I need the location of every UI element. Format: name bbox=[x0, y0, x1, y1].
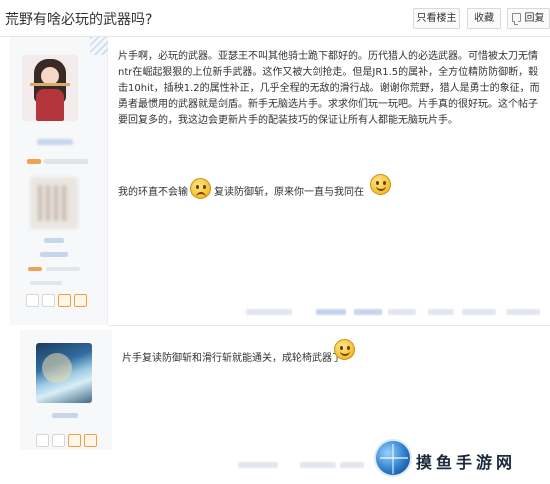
post-meta-blurred bbox=[340, 462, 364, 468]
post-paragraph: 片手啊，必玩的武器。亚瑟王不叫其他骑士跪下都好的。历代猎人的必选武器。可惜被太刀… bbox=[118, 51, 540, 126]
message-icon[interactable] bbox=[26, 294, 39, 307]
gift-icon[interactable] bbox=[58, 294, 71, 307]
post-content: 片手复读防御斩和滑行斩就能通关，成轮椅武器了 bbox=[122, 349, 342, 364]
post-meta-blurred bbox=[462, 309, 496, 315]
reply-button-label: 回复 bbox=[524, 13, 545, 24]
post-meta-blurred bbox=[300, 462, 336, 468]
post-meta-blurred bbox=[238, 462, 278, 468]
level-badge-blurred bbox=[28, 267, 42, 271]
post-meta-blurred bbox=[428, 309, 454, 315]
medal-icon[interactable] bbox=[84, 434, 97, 447]
smile-emoji-icon bbox=[334, 339, 355, 360]
author-stat-blurred bbox=[44, 238, 64, 243]
post-meta-blurred bbox=[388, 309, 416, 315]
author-stat-blurred bbox=[46, 267, 80, 271]
post-text: 片手复读防御斩和滑行斩就能通关，成轮椅武器了 bbox=[122, 353, 342, 364]
author-stat-blurred bbox=[30, 281, 62, 285]
post-divider bbox=[108, 325, 550, 326]
thread-header: 荒野有啥必玩的武器吗? 只看楼主 收藏 回复 bbox=[0, 0, 550, 37]
follow-icon[interactable] bbox=[52, 434, 65, 447]
only-op-button[interactable]: 只看楼主 bbox=[413, 8, 460, 29]
author-stat-blurred bbox=[40, 252, 68, 257]
reply-button[interactable]: 回复 bbox=[507, 8, 550, 29]
post-meta-link-blurred[interactable] bbox=[316, 309, 346, 315]
site-watermark: 摸鱼手游网 bbox=[372, 437, 550, 484]
gift-icon[interactable] bbox=[68, 434, 81, 447]
author-info-blurred bbox=[44, 159, 88, 164]
sad-emoji-icon bbox=[190, 178, 211, 199]
avatar[interactable] bbox=[22, 55, 78, 121]
post-meta-blurred bbox=[506, 309, 540, 315]
author-badge-corner bbox=[90, 37, 108, 55]
post-meta-blurred bbox=[246, 309, 292, 315]
post-floor-1: 片手啊，必玩的武器。亚瑟王不叫其他骑士跪下都好的。历代猎人的必选武器。可惜被太刀… bbox=[0, 37, 550, 325]
author-item-image[interactable] bbox=[30, 177, 78, 229]
post-text: 我的环直不会输 bbox=[118, 187, 188, 198]
post-content-line: 我的环直不会输 复读防御斩，原来你一直与我同在 bbox=[118, 174, 538, 199]
reply-icon bbox=[512, 13, 521, 25]
thread-title: 荒野有啥必玩的武器吗? bbox=[5, 12, 153, 28]
medal-icon[interactable] bbox=[74, 294, 87, 307]
globe-logo-icon bbox=[374, 439, 412, 477]
level-badge-blurred bbox=[27, 159, 41, 164]
follow-icon[interactable] bbox=[42, 294, 55, 307]
smile-emoji-icon bbox=[370, 174, 391, 195]
post-text: 复读防御斩，原来你一直与我同在 bbox=[214, 187, 364, 198]
post-meta-link-blurred[interactable] bbox=[354, 309, 382, 315]
watermark-text: 摸鱼手游网 bbox=[416, 453, 517, 472]
post-content: 片手啊，必玩的武器。亚瑟王不叫其他骑士跪下都好的。历代猎人的必选武器。可惜被太刀… bbox=[118, 49, 543, 129]
avatar[interactable] bbox=[36, 343, 92, 403]
favorite-button[interactable]: 收藏 bbox=[467, 8, 501, 29]
message-icon[interactable] bbox=[36, 434, 49, 447]
author-name-blurred[interactable] bbox=[37, 139, 73, 145]
author-name-blurred[interactable] bbox=[52, 413, 78, 418]
